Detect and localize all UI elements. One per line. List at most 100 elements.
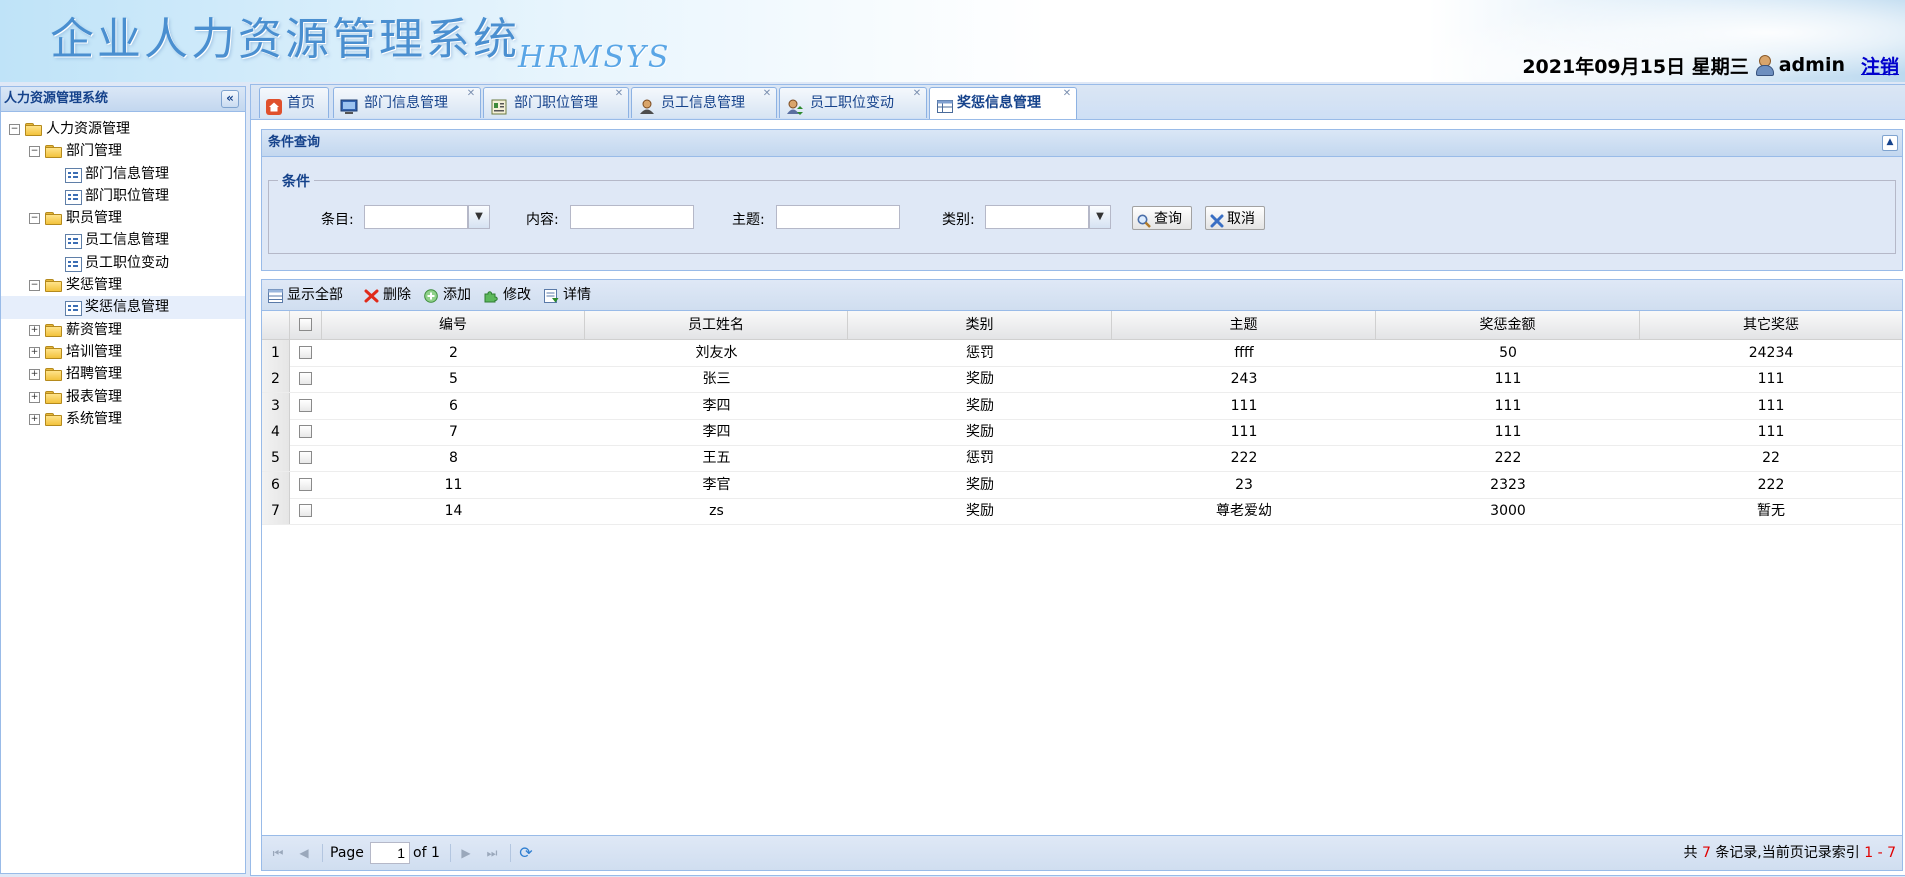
expand-icon[interactable]: +	[29, 324, 40, 336]
condition-fieldset: 条件 条目: ▼ 内容: 主题: 类别: ▼ 查询 取消	[268, 171, 1896, 254]
tree-leaf-dept-info[interactable]: 部门信息管理	[1, 163, 245, 185]
expand-icon[interactable]: +	[29, 413, 40, 425]
monitor-icon	[340, 96, 358, 114]
expand-icon[interactable]: +	[29, 391, 40, 403]
row-checkbox[interactable]	[299, 372, 312, 386]
select-all-checkbox[interactable]	[299, 318, 312, 331]
edit-button[interactable]: 修改	[484, 284, 536, 306]
folder-open-icon	[45, 212, 62, 226]
tab-emp-change[interactable]: 员工职位变动 ✕	[779, 87, 927, 118]
fieldset-legend: 条件	[278, 171, 314, 191]
logout-link[interactable]: 注销	[1861, 52, 1899, 79]
tree-node-root[interactable]: − 人力资源管理	[1, 118, 245, 140]
expand-icon[interactable]: +	[29, 369, 40, 381]
user-icon	[1755, 55, 1774, 76]
page-number-input[interactable]	[370, 842, 410, 864]
column-header-amount[interactable]: 奖惩金额	[1376, 311, 1640, 339]
select-all-cell	[290, 311, 322, 339]
collapse-nav-button[interactable]: «	[221, 90, 239, 108]
collapse-panel-button[interactable]: ▲	[1882, 135, 1898, 151]
cell-name: 王五	[702, 450, 731, 467]
tree-node-reward[interactable]: − 奖惩管理	[1, 274, 245, 296]
tree-node-recruit[interactable]: + 招聘管理	[1, 363, 245, 385]
type-combo-input[interactable]	[985, 205, 1089, 229]
column-header-type[interactable]: 类别	[848, 311, 1112, 339]
table-icon	[937, 96, 953, 113]
delete-button[interactable]: 删除	[364, 284, 416, 306]
table-row[interactable]: 5 8 王五 惩罚 222 222 22	[262, 445, 1902, 473]
edit-label: 修改	[503, 287, 531, 303]
tree-leaf-emp-info[interactable]: 员工信息管理	[1, 229, 245, 251]
table-row[interactable]: 7 14 zs 奖励 尊老爱幼 3000 暂无	[262, 497, 1902, 525]
search-button[interactable]: 查询	[1132, 206, 1192, 230]
tree-node-training[interactable]: + 培训管理	[1, 341, 245, 363]
chevron-down-icon[interactable]: ▼	[468, 205, 490, 229]
row-checkbox[interactable]	[299, 477, 312, 491]
row-checkbox[interactable]	[299, 398, 312, 412]
type-label: 类别:	[942, 212, 975, 228]
folder-icon	[45, 323, 62, 337]
column-header-subject[interactable]: 主题	[1112, 311, 1376, 339]
show-all-label: 显示全部	[287, 287, 343, 303]
item-combo-input[interactable]	[364, 205, 468, 229]
close-icon[interactable]: ✕	[762, 89, 772, 99]
tree-node-dept[interactable]: − 部门管理	[1, 140, 245, 162]
tree-node-system[interactable]: + 系统管理	[1, 408, 245, 430]
next-page-icon[interactable]: ▶	[458, 845, 474, 861]
refresh-icon[interactable]: ⟳	[518, 845, 534, 861]
tab-dept-info[interactable]: 部门信息管理 ✕	[333, 87, 481, 118]
content-input[interactable]	[570, 205, 694, 229]
row-checkbox[interactable]	[299, 424, 312, 438]
folder-icon	[45, 390, 62, 404]
tree-leaf-emp-change[interactable]: 员工职位变动	[1, 252, 245, 274]
collapse-icon[interactable]: −	[29, 213, 40, 225]
tree-leaf-reward-info[interactable]: 奖惩信息管理	[1, 296, 245, 319]
close-icon[interactable]: ✕	[912, 89, 922, 99]
tab-reward-info[interactable]: 奖惩信息管理 ✕	[929, 87, 1077, 119]
prev-page-icon[interactable]: ◀	[296, 845, 312, 861]
first-page-icon[interactable]: ⏮	[270, 845, 286, 861]
collapse-icon[interactable]: −	[29, 280, 40, 292]
row-checkbox[interactable]	[299, 451, 312, 465]
cell-name: 李四	[702, 397, 731, 414]
tree-node-report[interactable]: + 报表管理	[1, 386, 245, 408]
add-button[interactable]: 添加	[424, 284, 476, 306]
expand-icon[interactable]: +	[29, 346, 40, 358]
table-row[interactable]: 1 2 刘友水 惩罚 ffff 50 24234	[262, 340, 1902, 367]
subject-input[interactable]	[776, 205, 900, 229]
row-checkbox[interactable]	[299, 346, 312, 359]
cell-type: 惩罚	[966, 450, 994, 467]
chevron-down-icon[interactable]: ▼	[1089, 205, 1111, 229]
tab-label: 员工职位变动	[810, 95, 894, 111]
cell-amount: 3000	[1490, 502, 1526, 519]
tab-home[interactable]: 首页	[259, 87, 329, 118]
cancel-button[interactable]: 取消	[1205, 206, 1265, 230]
column-header-id[interactable]: 编号	[322, 311, 585, 339]
table-row[interactable]: 6 11 李官 奖励 23 2323 222	[262, 471, 1902, 499]
column-header-name[interactable]: 员工姓名	[585, 311, 848, 339]
collapse-icon[interactable]: −	[29, 146, 40, 158]
detail-button[interactable]: 详情	[544, 284, 600, 306]
cell-type: 奖励	[966, 502, 994, 519]
app-title: 企业人力资源管理系统	[50, 14, 520, 65]
tree-node-salary[interactable]: + 薪资管理	[1, 319, 245, 341]
show-all-button[interactable]: 显示全部	[268, 284, 356, 306]
tree-leaf-dept-post[interactable]: 部门职位管理	[1, 185, 245, 207]
row-number: 4	[262, 418, 290, 445]
tab-emp-info[interactable]: 员工信息管理 ✕	[631, 87, 777, 118]
close-icon[interactable]: ✕	[614, 89, 624, 99]
cell-type: 奖励	[966, 476, 994, 493]
close-icon[interactable]: ✕	[466, 89, 476, 99]
column-header-other[interactable]: 其它奖惩	[1640, 311, 1902, 339]
table-row[interactable]: 4 7 李四 奖励 111 111 111	[262, 418, 1902, 446]
table-row[interactable]: 3 6 李四 奖励 111 111 111	[262, 392, 1902, 420]
home-icon	[266, 96, 282, 115]
row-number: 2	[262, 366, 290, 393]
tree-node-staff[interactable]: − 职员管理	[1, 207, 245, 229]
close-icon[interactable]: ✕	[1062, 89, 1072, 99]
table-row[interactable]: 2 5 张三 奖励 243 111 111	[262, 366, 1902, 394]
row-checkbox[interactable]	[299, 503, 312, 517]
last-page-icon[interactable]: ⏭	[484, 845, 500, 861]
collapse-icon[interactable]: −	[9, 124, 20, 135]
tab-dept-post[interactable]: 部门职位管理 ✕	[483, 87, 629, 118]
